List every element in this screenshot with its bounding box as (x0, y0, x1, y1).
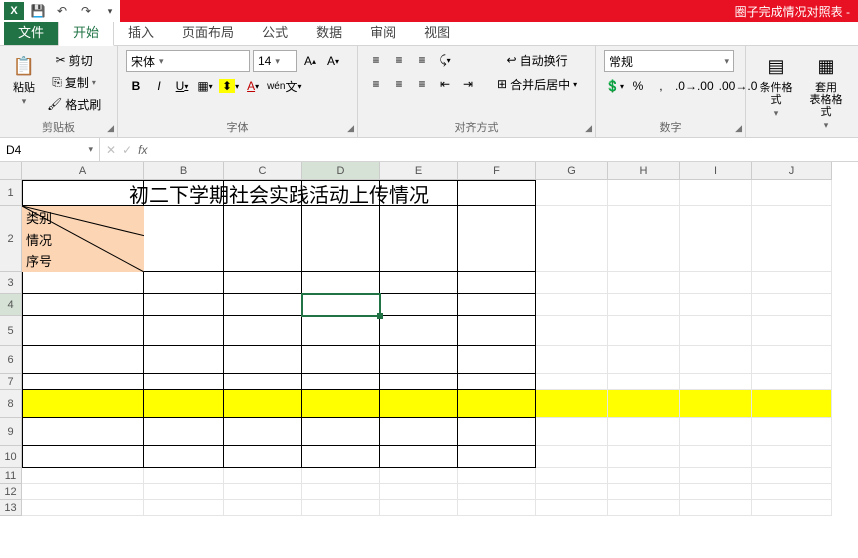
chevron-down-icon: ▾ (22, 96, 27, 107)
font-color-button[interactable]: A▾ (243, 76, 263, 96)
col-header-F[interactable]: F (458, 162, 536, 180)
tab-file[interactable]: 文件 (4, 18, 58, 45)
row-header-5[interactable]: 5 (0, 316, 22, 346)
col-header-D[interactable]: D (302, 162, 380, 180)
qat-more-icon[interactable]: ▾ (100, 2, 120, 20)
increase-indent-button[interactable]: ⇥ (458, 74, 478, 94)
align-top-button[interactable]: ≡ (366, 50, 386, 70)
col-header-C[interactable]: C (224, 162, 302, 180)
conditional-format-icon: ▤ (762, 52, 790, 80)
italic-button[interactable]: I (149, 76, 169, 96)
merge-center-button[interactable]: ⊞合并后居中▾ (492, 74, 582, 94)
col-header-G[interactable]: G (536, 162, 608, 180)
excel-icon: X (4, 2, 24, 20)
undo-icon[interactable]: ↶ (52, 2, 72, 20)
align-right-button[interactable]: ≡ (412, 74, 432, 94)
tab-insert[interactable]: 插入 (114, 18, 168, 45)
cut-button[interactable]: ✂剪切 (46, 50, 102, 70)
worksheet[interactable]: ABCDEFGHIJ 12345678910111213 初二下学期社会实践活动… (0, 162, 858, 558)
conditional-format-button[interactable]: ▤ 条件格式 ▾ (754, 50, 798, 121)
selected-cell[interactable] (302, 294, 380, 316)
row-header-10[interactable]: 10 (0, 446, 22, 468)
align-left-button[interactable]: ≡ (366, 74, 386, 94)
group-align-label: 对齐方式 (366, 117, 587, 135)
align-launcher-icon[interactable]: ◢ (585, 123, 592, 134)
increase-decimal-button[interactable]: .0→.00 (674, 76, 715, 96)
save-icon[interactable]: 💾 (28, 2, 48, 20)
row-header-8[interactable]: 8 (0, 390, 22, 418)
table-title: 初二下学期社会实践活动上传情况 (22, 180, 536, 206)
percent-button[interactable]: % (628, 76, 648, 96)
col-header-A[interactable]: A (22, 162, 144, 180)
formula-input[interactable] (153, 138, 858, 161)
redo-icon[interactable]: ↷ (76, 2, 96, 20)
tab-formulas[interactable]: 公式 (248, 18, 302, 45)
format-painter-button[interactable]: 🖌格式刷 (46, 94, 102, 114)
phonetic-button[interactable]: wén文▾ (266, 76, 302, 96)
fx-icon[interactable]: fx (138, 143, 147, 157)
align-middle-button[interactable]: ≡ (389, 50, 409, 70)
ribbon-tabs: 文件 开始 插入 页面布局 公式 数据 审阅 视图 (0, 22, 858, 46)
font-launcher-icon[interactable]: ◢ (347, 123, 354, 134)
row-header-6[interactable]: 6 (0, 346, 22, 374)
underline-button[interactable]: U▾ (172, 76, 192, 96)
window-title: 圈子完成情况对照表 - (120, 0, 858, 22)
merge-icon: ⊞ (497, 77, 507, 91)
row-header-3[interactable]: 3 (0, 272, 22, 294)
select-all-corner[interactable] (0, 162, 22, 180)
increase-font-button[interactable]: A▴ (300, 51, 320, 71)
row-header-1[interactable]: 1 (0, 180, 22, 206)
name-box[interactable]: D4▾ (0, 138, 100, 161)
orientation-button[interactable]: ⤹▾ (435, 50, 455, 70)
decrease-font-button[interactable]: A▾ (323, 51, 343, 71)
scissors-icon: ✂ (56, 53, 66, 67)
row-header-11[interactable]: 11 (0, 468, 22, 484)
tab-layout[interactable]: 页面布局 (168, 18, 248, 45)
format-as-table-button[interactable]: ▦ 套用 表格格式 ▾ (804, 50, 848, 133)
fill-color-button[interactable]: ⬍▾ (218, 76, 240, 96)
clipboard-launcher-icon[interactable]: ◢ (107, 123, 114, 134)
brush-icon: 🖌 (47, 97, 62, 111)
copy-button[interactable]: ⎘复制▾ (46, 72, 102, 92)
diagonal-header-cell: 类别情况序号 (22, 206, 144, 272)
bold-button[interactable]: B (126, 76, 146, 96)
col-header-E[interactable]: E (380, 162, 458, 180)
enter-icon[interactable]: ✓ (122, 143, 132, 157)
align-bottom-button[interactable]: ≡ (412, 50, 432, 70)
wrap-text-button[interactable]: ↩自动换行 (492, 50, 582, 70)
row-header-4[interactable]: 4 (0, 294, 22, 316)
comma-button[interactable]: , (651, 76, 671, 96)
row-header-9[interactable]: 9 (0, 418, 22, 446)
ribbon: 📋 粘贴 ▾ ✂剪切 ⎘复制▾ 🖌格式刷 剪贴板 ◢ 宋体▾ 14▾ A▴ A▾… (0, 46, 858, 138)
paste-icon: 📋 (10, 52, 38, 80)
paste-button[interactable]: 📋 粘贴 ▾ (8, 50, 40, 109)
decrease-indent-button[interactable]: ⇤ (435, 74, 455, 94)
font-size-combo[interactable]: 14▾ (253, 50, 297, 72)
number-format-combo[interactable]: 常规▾ (604, 50, 734, 72)
accounting-format-button[interactable]: 💲▾ (604, 76, 625, 96)
col-header-I[interactable]: I (680, 162, 752, 180)
border-button[interactable]: ▦▾ (195, 76, 215, 96)
tab-data[interactable]: 数据 (302, 18, 356, 45)
group-number-label: 数字 (604, 117, 737, 135)
tab-view[interactable]: 视图 (410, 18, 464, 45)
font-name-combo[interactable]: 宋体▾ (126, 50, 250, 72)
tab-review[interactable]: 审阅 (356, 18, 410, 45)
row-header-12[interactable]: 12 (0, 484, 22, 500)
group-font-label: 字体 (126, 117, 349, 135)
cancel-icon[interactable]: ✕ (106, 143, 116, 157)
number-launcher-icon[interactable]: ◢ (735, 123, 742, 134)
col-header-H[interactable]: H (608, 162, 680, 180)
col-header-J[interactable]: J (752, 162, 832, 180)
row-header-2[interactable]: 2 (0, 206, 22, 272)
copy-icon: ⎘ (52, 75, 62, 90)
align-center-button[interactable]: ≡ (389, 74, 409, 94)
row-header-13[interactable]: 13 (0, 500, 22, 516)
table-format-icon: ▦ (812, 52, 840, 80)
row-header-7[interactable]: 7 (0, 374, 22, 390)
group-clipboard-label: 剪贴板 (8, 117, 109, 135)
col-header-B[interactable]: B (144, 162, 224, 180)
wrap-icon: ↩ (507, 53, 517, 67)
